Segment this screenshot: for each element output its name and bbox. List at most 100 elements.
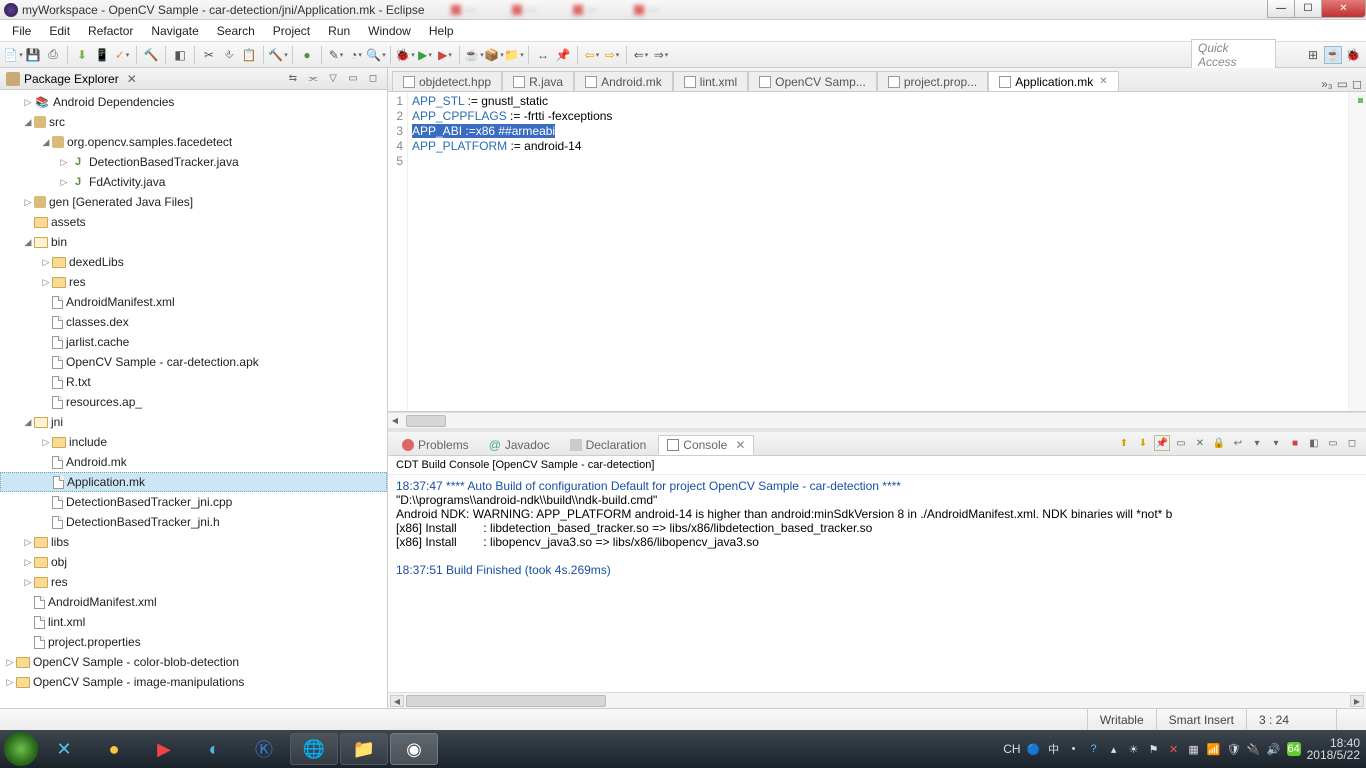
tray-icon[interactable]: ☀ (1127, 742, 1141, 756)
tab-appmk-active[interactable]: Application.mk✕ (988, 71, 1118, 91)
tray-speaker-icon[interactable]: 🔊 (1267, 742, 1281, 756)
tree-item[interactable]: OpenCV Sample - car-detection.apk (66, 355, 259, 369)
tray-chevron-up-icon[interactable]: ▴ (1107, 742, 1121, 756)
pin-console-icon[interactable]: 📌 (1154, 435, 1170, 451)
ddms-perspective-icon[interactable]: 🐞 (1344, 46, 1362, 64)
tree-item[interactable]: assets (51, 215, 86, 229)
menu-search[interactable]: Search (209, 22, 263, 40)
tree-item[interactable]: dexedLibs (69, 255, 124, 269)
new-console-icon[interactable]: ▾ (1268, 435, 1284, 451)
quick-access-input[interactable]: Quick Access (1191, 39, 1276, 71)
new-folder-button[interactable]: 📁 (505, 46, 523, 64)
maximize-button[interactable]: ☐ (1294, 0, 1322, 18)
tray-badge[interactable]: 64 (1287, 742, 1301, 756)
tab-javadoc[interactable]: @Javadoc (481, 435, 558, 455)
tree-item[interactable]: org.opencv.samples.facedetect (67, 135, 232, 149)
tab-projprop[interactable]: project.prop... (877, 71, 988, 91)
maximize-panel-icon[interactable]: ◻ (1344, 435, 1360, 451)
taskbar-ie[interactable]: 🌐 (290, 733, 338, 765)
tree-item[interactable]: classes.dex (66, 315, 129, 329)
taskbar-eclipse[interactable]: ◉ (390, 733, 438, 765)
tree-item[interactable]: bin (51, 235, 67, 249)
nav-fwd-button[interactable]: ⇨ (603, 46, 621, 64)
new-java-button[interactable]: ☕ (465, 46, 483, 64)
taskbar-app[interactable]: ✕ (40, 733, 88, 765)
start-button[interactable] (4, 732, 38, 766)
nav-back-button[interactable]: ⇦ (583, 46, 601, 64)
tree-item[interactable]: project.properties (48, 635, 141, 649)
tree-item-selected[interactable]: Application.mk (67, 475, 145, 489)
hammer-button[interactable]: 🔨 (269, 46, 287, 64)
stop-build-icon[interactable]: ■ (1287, 435, 1303, 451)
editor-hscrollbar[interactable]: ◀ (388, 412, 1366, 428)
tray-icon[interactable]: • (1067, 742, 1081, 756)
scroll-up-icon[interactable]: ⬆ (1116, 435, 1132, 451)
tab-problems[interactable]: Problems (394, 435, 477, 455)
close-button[interactable]: ✕ (1321, 0, 1366, 18)
taskbar-app[interactable]: ● (90, 733, 138, 765)
clear-console-icon[interactable]: ✕ (1192, 435, 1208, 451)
save-all-button[interactable]: ⎙ (44, 46, 62, 64)
taskbar-app[interactable]: ◐ (190, 733, 238, 765)
tree-item[interactable]: res (69, 275, 86, 289)
tree-item[interactable]: FdActivity.java (89, 175, 165, 189)
maximize-view-icon[interactable]: ◻ (365, 72, 381, 86)
run-button[interactable]: ▶ (416, 46, 434, 64)
tab-androidmk[interactable]: Android.mk (574, 71, 673, 91)
tray-icon[interactable]: ▦ (1187, 742, 1201, 756)
debug-button[interactable]: 🐞 (396, 46, 414, 64)
overview-ruler[interactable] (1348, 92, 1366, 411)
tree-item[interactable]: Android Dependencies (53, 95, 174, 109)
tree-item[interactable]: OpenCV Sample - color-blob-detection (33, 655, 239, 669)
tray-icon[interactable]: 🔌 (1247, 742, 1261, 756)
tree-item[interactable]: DetectionBasedTracker.java (89, 155, 239, 169)
minimize-button[interactable]: — (1267, 0, 1295, 18)
tree-item[interactable]: Android.mk (66, 455, 127, 469)
menu-help[interactable]: Help (421, 22, 462, 40)
open-console-icon[interactable]: ▾ (1249, 435, 1265, 451)
tray-icon[interactable]: ✕ (1167, 742, 1181, 756)
tree-item[interactable]: jarlist.cache (66, 335, 129, 349)
sdk-manager-icon[interactable]: ⬇ (73, 46, 91, 64)
next-button[interactable]: ⇒ (652, 46, 670, 64)
console-hscrollbar[interactable]: ◀ ▶ (388, 692, 1366, 708)
new-pkg-button[interactable]: ◔ (347, 46, 365, 64)
close-view-icon[interactable]: ✕ (127, 72, 137, 86)
tab-declaration[interactable]: Declaration (562, 435, 655, 455)
package-explorer-tree[interactable]: ▷📚Android Dependencies ◢src ◢org.opencv.… (0, 90, 387, 708)
collapse-all-icon[interactable]: ⇆ (285, 72, 301, 86)
taskbar-explorer[interactable]: 📁 (340, 733, 388, 765)
tray-help-icon[interactable]: ? (1087, 742, 1101, 756)
tree-item[interactable]: DetectionBasedTracker_jni.h (66, 515, 220, 529)
tree-item[interactable]: AndroidManifest.xml (48, 595, 157, 609)
link-editor-icon[interactable]: ⫘ (305, 72, 321, 86)
ext-tools-button[interactable]: ▶ (436, 46, 454, 64)
tree-item[interactable]: src (49, 115, 65, 129)
tray-icon[interactable]: 🔵 (1027, 742, 1041, 756)
taskbar-app[interactable]: Ⓚ (240, 733, 288, 765)
avd-manager-icon[interactable]: 📱 (93, 46, 111, 64)
tree-item[interactable]: lint.xml (48, 615, 85, 629)
tree-item[interactable]: include (69, 435, 107, 449)
menu-project[interactable]: Project (265, 22, 318, 40)
tray-clock[interactable]: 18:40 2018/5/22 (1307, 737, 1360, 761)
paste-icon[interactable]: 📋 (240, 46, 258, 64)
tab-rjava[interactable]: R.java (502, 71, 574, 91)
toggle-icon[interactable]: ◧ (1306, 435, 1322, 451)
tab-opencvsamp[interactable]: OpenCV Samp... (748, 71, 877, 91)
tree-item[interactable]: libs (51, 535, 69, 549)
tray-icon[interactable]: 📶 (1207, 742, 1221, 756)
tab-lintxml[interactable]: lint.xml (673, 71, 748, 91)
new-class-button[interactable]: ✎ (327, 46, 345, 64)
tray-icon[interactable]: 中 (1047, 742, 1061, 756)
open-perspective-icon[interactable]: ⊞ (1304, 46, 1322, 64)
tree-item[interactable]: AndroidManifest.xml (66, 295, 175, 309)
copy-icon[interactable]: ⎀ (220, 46, 238, 64)
tree-item[interactable]: res (51, 575, 68, 589)
lint-icon[interactable]: ✓ (113, 46, 131, 64)
step-button[interactable]: ↔ (534, 46, 552, 64)
tree-item[interactable]: DetectionBasedTracker_jni.cpp (66, 495, 232, 509)
tree-item[interactable]: obj (51, 555, 67, 569)
minimize-panel-icon[interactable]: ▭ (1325, 435, 1341, 451)
new-pkg-button2[interactable]: 📦 (485, 46, 503, 64)
